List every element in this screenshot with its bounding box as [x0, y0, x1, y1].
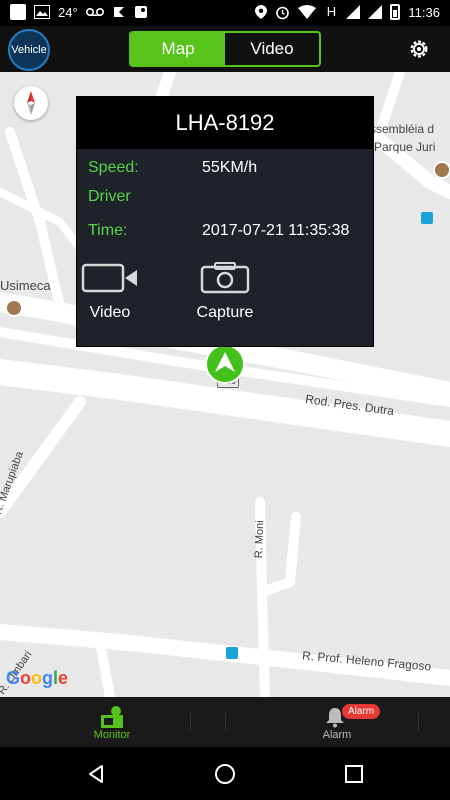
- map-label-assembleia: ssembléia d: [370, 122, 435, 136]
- monitor-icon: [101, 706, 123, 728]
- temperature-text: 24°: [58, 4, 78, 20]
- settings-gear-icon[interactable]: [408, 38, 430, 60]
- nav-monitor[interactable]: Monitor: [57, 697, 167, 747]
- map-label-parque: Parque Juri: [374, 140, 436, 154]
- driver-label: Driver: [88, 188, 131, 205]
- h-network-icon: H: [326, 4, 337, 19]
- time-label: Time:: [88, 222, 128, 239]
- system-nav-bar: [0, 747, 450, 800]
- compass-button[interactable]: [14, 86, 48, 120]
- gallery-icon: [34, 5, 50, 19]
- wifi-icon: [298, 5, 317, 19]
- nav-monitor-label: Monitor: [93, 729, 131, 741]
- clock-time: 11:36: [408, 4, 440, 20]
- location-icon: [255, 5, 268, 19]
- signal-icon-2: [368, 5, 383, 19]
- nav-divider-3: [418, 713, 419, 731]
- speed-label: Speed:: [88, 159, 139, 176]
- video-action-label: Video: [89, 304, 131, 321]
- tab-video[interactable]: Video: [225, 33, 319, 65]
- compass-icon: [27, 91, 35, 115]
- signal-icon: [346, 5, 361, 19]
- alarm-clock-icon: [276, 6, 290, 19]
- notification-app-icon: [10, 4, 26, 20]
- app-header: Vehicle Map Video: [0, 26, 450, 72]
- capture-action[interactable]: Capture: [189, 262, 261, 322]
- google-logo: Google: [6, 668, 69, 688]
- nav-alarm[interactable]: Alarm Alarm: [282, 697, 392, 747]
- alarm-badge: Alarm: [342, 704, 381, 719]
- home-icon[interactable]: [214, 763, 236, 785]
- nav-divider: [190, 713, 191, 731]
- direction-arrow-icon: [215, 352, 235, 372]
- view-toggle: Map Video: [129, 31, 321, 67]
- bus-stop-icon-2[interactable]: [226, 647, 238, 659]
- map-label-moni: R. Moni: [253, 520, 267, 559]
- back-icon[interactable]: [86, 764, 106, 784]
- map-notification-icon: [134, 6, 147, 18]
- time-value: 2017-07-21 11:35:38: [202, 222, 350, 239]
- nav-divider-2: [225, 713, 226, 731]
- vehicle-marker[interactable]: [205, 344, 245, 384]
- battery-icon: [390, 4, 401, 20]
- plate-number: LHA-8192: [77, 97, 373, 149]
- bus-stop-icon[interactable]: [421, 212, 433, 224]
- photo-camera-icon: [200, 262, 250, 294]
- speed-value: 55KM/h: [202, 159, 258, 176]
- tab-map[interactable]: Map: [131, 33, 225, 65]
- nav-alarm-label: Alarm: [322, 729, 352, 741]
- video-camera-icon: [81, 263, 137, 293]
- vehicle-button[interactable]: Vehicle: [8, 29, 50, 71]
- vehicle-info-popup: LHA-8192 Speed: 55KM/h Driver Time: 2017…: [76, 96, 374, 347]
- map-label-usimeca: Usimeca: [0, 278, 51, 293]
- capture-action-label: Capture: [196, 304, 254, 321]
- flag-notification-icon: [113, 7, 124, 17]
- place-pin-icon[interactable]: [433, 161, 450, 179]
- status-bar: 24° H 11:36: [0, 0, 450, 26]
- place-pin-icon-usimeca[interactable]: [5, 299, 23, 317]
- bottom-nav: Monitor Alarm Alarm: [0, 697, 450, 747]
- video-action[interactable]: Video: [74, 262, 146, 322]
- recents-icon[interactable]: [345, 765, 363, 783]
- voicemail-icon: [85, 8, 104, 16]
